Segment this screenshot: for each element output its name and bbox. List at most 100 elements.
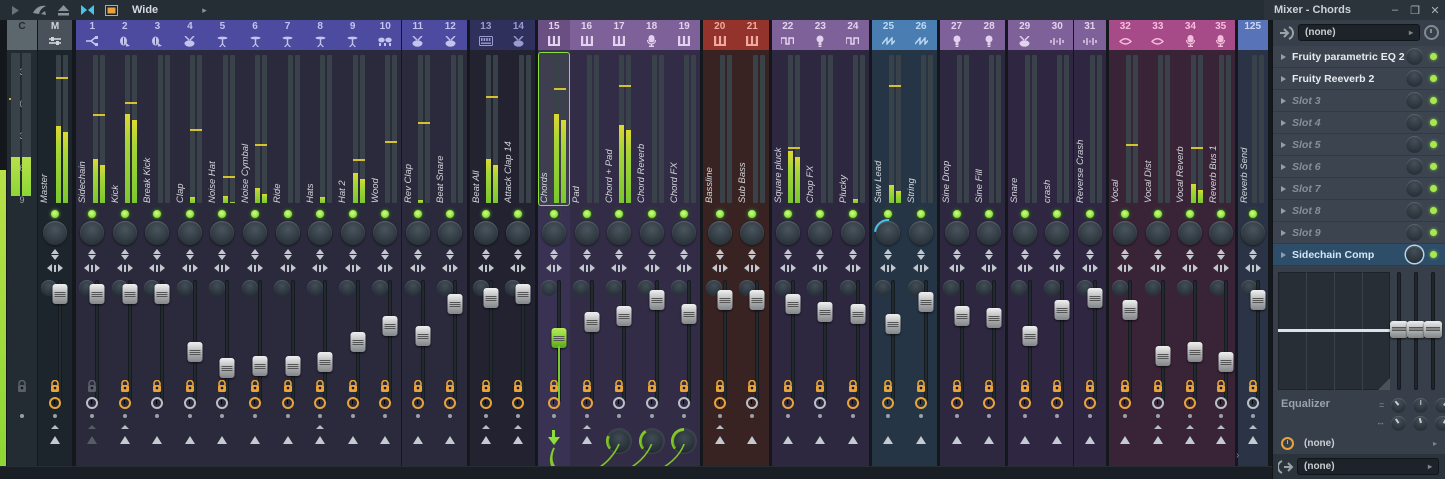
pan-control[interactable] [780,264,796,272]
track-header[interactable]: 8 [304,20,337,50]
peak-meter[interactable]: Hats [305,53,336,205]
mixer-track-22[interactable]: 22 Square pluck [772,20,805,466]
slot-enable-led[interactable] [1430,185,1437,192]
mute-led[interactable] [1053,210,1061,218]
peak-meter[interactable]: Break Kick [142,53,173,205]
mute-led[interactable] [349,210,357,218]
keylock-icon[interactable] [815,380,825,393]
clock-icon[interactable] [444,397,456,409]
fader-handle[interactable] [649,290,664,310]
mixer-track-9[interactable]: 9 Hat 2 [336,20,369,466]
keylock-icon[interactable] [283,380,293,393]
eq-band-slider-high[interactable] [1429,272,1437,390]
send-amount-knob[interactable] [639,428,665,454]
clock-icon[interactable] [216,397,228,409]
route-small-arrow[interactable] [1217,425,1225,429]
fader-handle[interactable] [850,304,865,324]
pan-control[interactable] [1213,264,1229,272]
keylock-icon[interactable] [783,380,793,393]
mute-led[interactable] [784,210,792,218]
pan-knob[interactable] [1013,221,1037,245]
pan-knob[interactable] [977,221,1001,245]
eq-knob-gain-1[interactable] [1391,398,1406,413]
pan-control[interactable] [913,264,929,272]
stereo-separation-control[interactable] [648,249,656,260]
mixer-track-27[interactable]: 27 Sine Drop [940,20,973,466]
plugin-slot-2[interactable]: Fruity Reeverb 2 [1273,68,1445,90]
track-header[interactable]: 125 [1238,20,1268,50]
peak-meter[interactable]: Pad [571,53,602,205]
fader-handle[interactable] [919,292,934,312]
plugin-slot-10[interactable]: Sidechain Comp [1273,244,1445,266]
pan-knob[interactable] [1241,221,1265,245]
mute-led[interactable] [648,210,656,218]
clock-icon[interactable] [119,397,131,409]
stereo-separation-control[interactable] [349,249,357,260]
route-small-arrow[interactable] [51,425,59,429]
slot-expand-arrow[interactable] [1281,142,1286,148]
clock-icon[interactable] [646,397,658,409]
mixer-track-6[interactable]: 6 Noise Cymbal [239,20,272,466]
fader-handle[interactable] [954,306,969,326]
scroll-right-arrow[interactable]: › [1236,450,1239,461]
pan-knob[interactable] [740,221,764,245]
mixer-track-14[interactable]: 14 Attack Clap 14 [502,20,535,466]
route-small-arrow[interactable] [1186,425,1194,429]
maximize-button[interactable]: ❐ [1405,4,1425,17]
fader-handle[interactable] [483,288,498,308]
pan-control[interactable] [579,264,595,272]
route-to-track-arrow[interactable] [883,436,893,444]
peak-meter[interactable]: Wood [370,53,401,205]
route-to-track-arrow[interactable] [984,436,994,444]
pan-control[interactable] [510,264,526,272]
clock-icon[interactable] [814,397,826,409]
pan-control[interactable] [280,264,296,272]
mute-led[interactable] [615,210,623,218]
mixer-track-5[interactable]: 5 Noise Hat [206,20,239,466]
mixer-track-7[interactable]: 7 Ride [271,20,304,466]
pan-knob[interactable] [474,221,498,245]
track-header[interactable]: 34 [1174,20,1207,50]
slot-expand-arrow[interactable] [1281,164,1286,170]
mute-led[interactable] [186,210,194,218]
track-header[interactable]: 33 [1142,20,1175,50]
mixer-track-M[interactable]: M Master [38,20,72,466]
clock-icon[interactable] [151,397,163,409]
eq-knob-freq-2[interactable] [1413,416,1428,431]
route-to-track-arrow[interactable] [87,436,97,444]
route-small-arrow[interactable] [1154,425,1162,429]
mute-led[interactable] [1154,210,1162,218]
pan-knob[interactable] [438,221,462,245]
route-to-track-arrow[interactable] [380,436,390,444]
keylock-icon[interactable] [582,380,592,393]
pan-knob[interactable] [876,221,900,245]
route-small-arrow[interactable] [121,425,129,429]
pan-knob[interactable] [708,221,732,245]
fader-handle[interactable] [383,316,398,336]
input-gain-knob[interactable] [1112,280,1128,296]
input-gain-knob[interactable] [307,280,323,296]
clock-icon[interactable] [249,397,261,409]
input-gain-knob[interactable] [875,280,891,296]
mute-led[interactable] [251,210,259,218]
clock-icon[interactable] [882,397,894,409]
pan-control[interactable] [410,264,426,272]
stereo-separation-control[interactable] [446,249,454,260]
mixer-track-30[interactable]: 30 crash [1041,20,1074,466]
mute-led[interactable] [884,210,892,218]
input-gain-knob[interactable] [976,280,992,296]
track-header[interactable]: 32 [1109,20,1142,50]
keylock-icon[interactable] [614,380,624,393]
clock-icon[interactable] [1019,397,1031,409]
slot-mix-knob[interactable] [1406,114,1423,131]
peak-meter[interactable]: Sidechain [77,53,108,205]
pan-control[interactable] [478,264,494,272]
midi-assignment-value[interactable]: (none) [1304,438,1433,449]
pan-knob[interactable] [308,221,332,245]
keylock-icon[interactable] [715,380,725,393]
slot-enable-led[interactable] [1430,251,1437,258]
pan-control[interactable] [812,264,828,272]
track-header[interactable]: 25 [872,20,905,50]
pan-control[interactable] [1117,264,1133,272]
input-gain-knob[interactable] [840,280,856,296]
